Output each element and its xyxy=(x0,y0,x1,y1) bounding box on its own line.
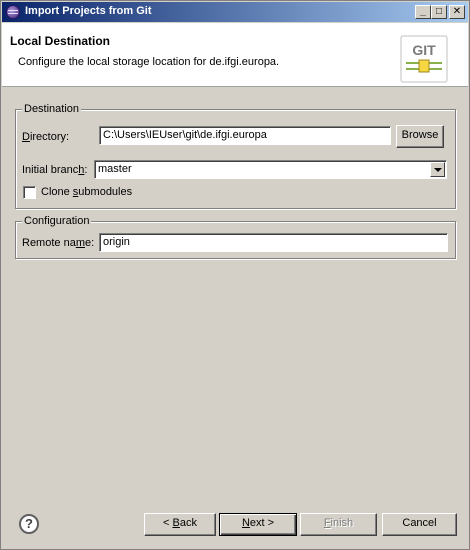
git-logo-text: GIT xyxy=(412,42,436,58)
initial-branch-value: master xyxy=(98,163,132,175)
chevron-down-icon[interactable] xyxy=(430,162,445,177)
destination-group-label: Destination xyxy=(22,103,82,115)
next-button[interactable]: Next > xyxy=(219,513,297,536)
directory-input[interactable]: C:\Users\IEUser\git\de.ifgi.europa xyxy=(99,126,391,145)
directory-label: Directory: xyxy=(22,131,70,143)
initial-branch-label: Initial branch: xyxy=(22,164,88,176)
page-title: Local Destination xyxy=(10,34,111,48)
page-description: Configure the local storage location for… xyxy=(18,56,280,68)
finish-button: Finish xyxy=(300,513,377,536)
import-wizard-window: Import Projects from Git _ □ ✕ Local Des… xyxy=(0,0,470,550)
cancel-button[interactable]: Cancel xyxy=(382,513,457,536)
browse-button[interactable]: Browse xyxy=(396,125,444,148)
eclipse-app-icon xyxy=(6,5,20,19)
initial-branch-select[interactable]: master xyxy=(94,160,447,179)
clone-submodules-checkbox[interactable] xyxy=(23,186,36,199)
maximize-button[interactable]: □ xyxy=(431,5,447,19)
back-button[interactable]: < Back xyxy=(144,513,216,536)
git-logo-icon: GIT xyxy=(400,35,448,83)
remote-name-label: Remote name: xyxy=(22,237,95,249)
configuration-group-label: Configuration xyxy=(22,215,92,227)
clone-submodules-label[interactable]: Clone submodules xyxy=(41,186,132,198)
wizard-header: Local Destination Configure the local st… xyxy=(2,23,468,87)
close-button[interactable]: ✕ xyxy=(449,5,465,19)
minimize-button[interactable]: _ xyxy=(415,5,431,19)
remote-name-input[interactable]: origin xyxy=(99,233,448,252)
title-bar[interactable]: Import Projects from Git _ □ ✕ xyxy=(2,2,468,22)
window-title: Import Projects from Git xyxy=(25,5,152,17)
help-icon[interactable]: ? xyxy=(19,514,39,534)
